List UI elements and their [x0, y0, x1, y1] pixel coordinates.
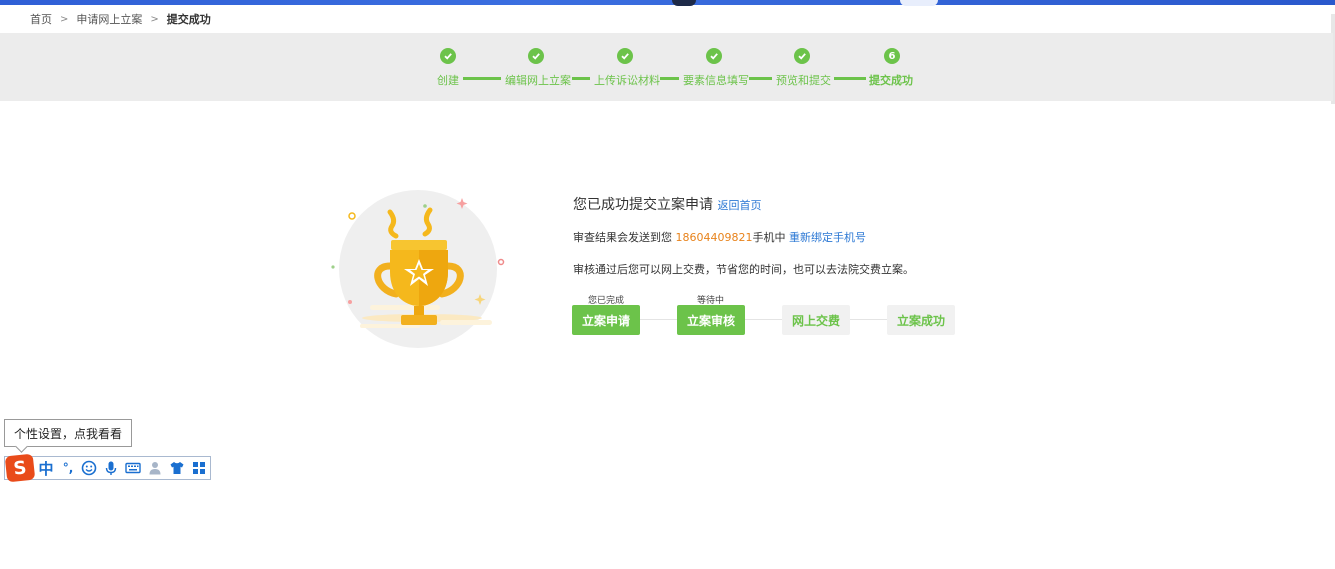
rebind-phone-link[interactable]: 重新绑定手机号	[789, 231, 866, 244]
ime-logo-button[interactable]: S	[4, 453, 36, 483]
step-number-badge: 6	[884, 48, 900, 64]
banner-decoration	[672, 0, 696, 6]
notice-prefix: 审查结果会发送到您	[573, 231, 672, 244]
breadcrumb: 首页 > 申请网上立案 > 提交成功	[30, 11, 211, 27]
ime-toolbar: S 中 °,	[4, 453, 211, 483]
check-icon	[440, 48, 456, 64]
microphone-icon[interactable]	[102, 459, 120, 477]
breadcrumb-current: 提交成功	[166, 13, 211, 26]
check-icon	[706, 48, 722, 64]
chevron-right-icon: >	[60, 13, 69, 25]
step-connector	[749, 77, 772, 80]
step-label-success: 提交成功	[869, 74, 913, 87]
step-connector	[834, 77, 866, 80]
progress-step-success: 立案成功	[887, 305, 955, 335]
notice-suffix: 手机中	[752, 231, 786, 244]
phone-number: 18604409821	[675, 231, 753, 244]
keyboard-icon[interactable]	[124, 459, 142, 477]
ime-language-toggle[interactable]: 中	[37, 459, 55, 478]
step-connector	[572, 77, 590, 80]
step-connector	[463, 77, 501, 80]
step-label-preview: 预览和提交	[776, 74, 831, 87]
success-title: 您已成功提交立案申请 返回首页	[573, 194, 761, 214]
notice-line: 审查结果会发送到您 18604409821手机中 重新绑定手机号	[573, 229, 866, 245]
hint-text: 审核通过后您可以网上交费，节省您的时间，也可以去法院交费立案。	[573, 263, 914, 276]
progress-connector	[640, 319, 677, 320]
step-connector	[660, 77, 679, 80]
check-icon	[528, 48, 544, 64]
step-label-upload: 上传诉讼材料	[594, 74, 660, 87]
top-banner-strip	[0, 0, 1335, 5]
grid-icon[interactable]	[190, 459, 208, 477]
emoji-icon[interactable]	[80, 459, 98, 477]
return-home-link[interactable]: 返回首页	[717, 199, 761, 212]
ime-punctuation-toggle[interactable]: °,	[59, 459, 77, 477]
shirt-icon[interactable]	[168, 459, 186, 477]
progress-connector	[850, 319, 887, 320]
success-title-text: 您已成功提交立案申请	[573, 197, 713, 213]
banner-decoration	[900, 0, 938, 6]
progress-connector	[745, 319, 782, 320]
breadcrumb-home-link[interactable]: 首页	[30, 11, 52, 27]
step-progress-bar: 6 创建 编辑网上立案 上传诉讼材料 要素信息填写 预览和提交 提交成功	[0, 33, 1333, 101]
user-icon[interactable]	[146, 459, 164, 477]
check-icon	[794, 48, 810, 64]
chevron-right-icon: >	[150, 13, 159, 25]
check-icon	[617, 48, 633, 64]
ime-tooltip: 个性设置，点我看看	[4, 419, 132, 447]
breadcrumb-apply-link[interactable]: 申请网上立案	[76, 11, 142, 27]
progress-step-payment: 网上交费	[782, 305, 850, 335]
progress-step-review: 立案审核	[677, 305, 745, 335]
progress-step-apply: 立案申请	[572, 305, 640, 335]
trophy-illustration	[331, 190, 505, 348]
step-label-create: 创建	[437, 74, 459, 87]
step-label-elements: 要素信息填写	[683, 74, 749, 87]
step-label-edit: 编辑网上立案	[505, 74, 571, 87]
